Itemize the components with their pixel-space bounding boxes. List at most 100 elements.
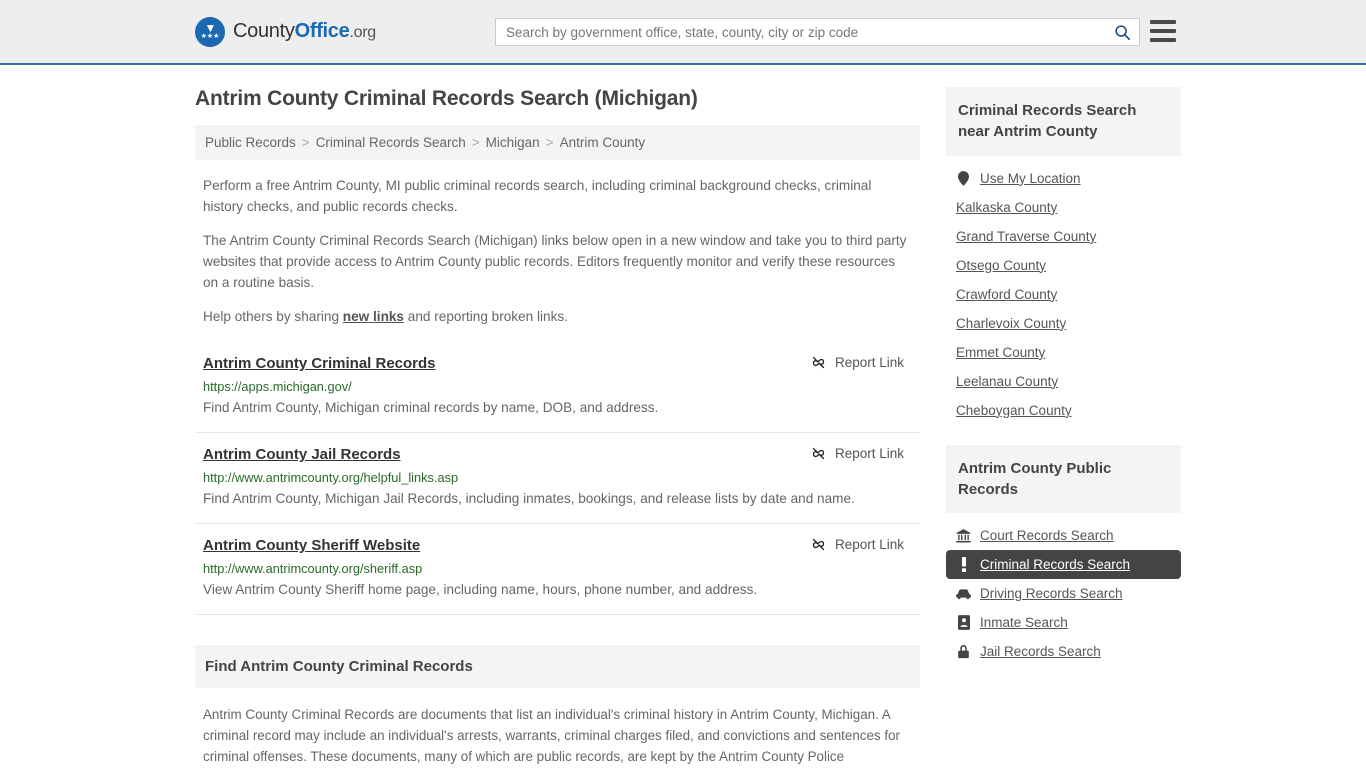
search-icon <box>1114 24 1130 40</box>
id-badge-icon <box>956 615 971 631</box>
intro-paragraph-3: Help others by sharing new links and rep… <box>203 307 912 328</box>
logo-text-office: Office <box>294 20 350 42</box>
broken-link-icon <box>812 356 825 369</box>
hamburger-bar <box>1150 29 1176 33</box>
broken-link-icon <box>812 538 825 551</box>
report-link-label: Report Link <box>834 354 904 370</box>
sidebar-item-grand-traverse-county[interactable]: Grand Traverse County <box>946 222 1181 251</box>
find-records-section: Find Antrim County Criminal Records Antr… <box>195 645 920 768</box>
car-shape <box>956 589 971 599</box>
sidebar-item-leelanau-county[interactable]: Leelanau County <box>946 367 1181 396</box>
breadcrumb-item-michigan[interactable]: Michigan <box>486 135 540 150</box>
exclamation-icon <box>956 557 971 573</box>
report-link-label: Report Link <box>834 537 904 553</box>
public-records-heading: Antrim County Public Records <box>946 444 1181 514</box>
site-header: ▼ ★★★ CountyOffice.org <box>0 0 1366 65</box>
sidebar-item-label: Court Records Search <box>980 528 1114 544</box>
sidebar-item-label: Otsego County <box>956 257 1047 273</box>
county-office-logo-icon: ▼ ★★★ <box>195 16 225 47</box>
breadcrumb-item-antrim-county[interactable]: Antrim County <box>560 135 646 150</box>
result-item: Antrim County Jail Records Report Link h… <box>195 433 920 525</box>
sidebar-item-driving-records-search[interactable]: Driving Records Search <box>946 579 1181 608</box>
sidebar-item-jail-records-search[interactable]: Jail Records Search <box>946 637 1181 666</box>
page-body: Antrim County Criminal Records Search (M… <box>0 65 1366 768</box>
result-url[interactable]: http://www.antrimcounty.org/helpful_link… <box>203 470 912 485</box>
stars-glyph: ★★★ <box>200 32 220 40</box>
nearby-counties-list: Use My Location Kalkaska County Grand Tr… <box>946 156 1181 425</box>
location-pin-shape <box>958 170 969 186</box>
car-icon <box>956 586 971 601</box>
result-header: Antrim County Jail Records Report Link <box>203 446 912 463</box>
public-records-panel: Antrim County Public Records Court Recor… <box>946 444 1181 667</box>
search-input[interactable] <box>496 19 1105 45</box>
result-description: Find Antrim County, Michigan criminal re… <box>203 399 659 415</box>
new-links-link[interactable]: new links <box>343 309 404 324</box>
sidebar-item-label: Charlevoix County <box>956 315 1067 331</box>
logo-text: CountyOffice.org <box>233 20 376 43</box>
sidebar-item-criminal-records-search[interactable]: Criminal Records Search <box>946 550 1181 580</box>
sidebar-item-emmet-county[interactable]: Emmet County <box>946 338 1181 367</box>
sidebar-item-court-records-search[interactable]: Court Records Search <box>946 521 1181 550</box>
nearby-counties-panel: Criminal Records Search near Antrim Coun… <box>946 87 1181 425</box>
result-description: View Antrim County Sheriff home page, in… <box>203 582 758 598</box>
breadcrumb-separator: > <box>545 135 554 150</box>
search-bar[interactable] <box>495 18 1140 46</box>
sidebar-item-label: Driving Records Search <box>980 586 1123 602</box>
find-records-body: Antrim County Criminal Records are docum… <box>195 688 920 768</box>
search-button[interactable] <box>1105 19 1139 45</box>
location-pin-icon <box>956 170 971 186</box>
sidebar-item-otsego-county[interactable]: Otsego County <box>946 251 1181 280</box>
logo-text-county: County <box>233 20 295 42</box>
broken-link-icon <box>812 447 825 460</box>
sidebar-item-charlevoix-county[interactable]: Charlevoix County <box>946 309 1181 338</box>
sidebar-item-kalkaska-county[interactable]: Kalkaska County <box>946 193 1181 222</box>
report-link-button[interactable]: Report Link <box>811 446 912 461</box>
intro-text: Perform a free Antrim County, MI public … <box>195 160 920 328</box>
result-url[interactable]: http://www.antrimcounty.org/sheriff.asp <box>203 561 912 576</box>
sidebar-item-crawford-county[interactable]: Crawford County <box>946 280 1181 309</box>
result-item: Antrim County Criminal Records Report Li… <box>195 342 920 433</box>
sidebar-item-label: Inmate Search <box>980 615 1068 631</box>
result-title-link[interactable]: Antrim County Criminal Records <box>203 355 436 372</box>
result-header: Antrim County Sheriff Website Report Lin… <box>203 537 912 554</box>
breadcrumb-separator: > <box>301 135 310 150</box>
sidebar-item-inmate-search[interactable]: Inmate Search <box>946 608 1181 637</box>
sidebar-item-label: Grand Traverse County <box>956 228 1097 244</box>
result-url[interactable]: https://apps.michigan.gov/ <box>203 379 912 394</box>
intro-paragraph-2: The Antrim County Criminal Records Searc… <box>203 233 907 290</box>
lock-icon <box>956 644 971 659</box>
exclamation-shape <box>961 557 966 573</box>
nearby-counties-heading: Criminal Records Search near Antrim Coun… <box>946 87 1181 156</box>
logo-text-org: .org <box>349 24 376 41</box>
public-records-list: Court Records Search Criminal Records Se… <box>946 513 1181 666</box>
breadcrumb-separator: > <box>471 135 480 150</box>
intro-p3-after: and reporting broken links. <box>404 309 568 325</box>
sidebar-item-label: Leelanau County <box>956 373 1059 389</box>
site-logo[interactable]: ▼ ★★★ CountyOffice.org <box>195 16 376 47</box>
result-list: Antrim County Criminal Records Report Li… <box>195 342 920 616</box>
result-title-link[interactable]: Antrim County Sheriff Website <box>203 537 420 554</box>
main-content: Antrim County Criminal Records Search (M… <box>195 87 920 768</box>
breadcrumb-item-public-records[interactable]: Public Records <box>205 135 296 150</box>
report-link-label: Report Link <box>834 446 904 461</box>
result-description: Find Antrim County, Michigan Jail Record… <box>203 491 855 506</box>
result-title-link[interactable]: Antrim County Jail Records <box>203 446 401 463</box>
find-records-heading: Find Antrim County Criminal Records <box>195 645 920 689</box>
sidebar-item-label: Emmet County <box>956 344 1046 360</box>
sidebar-item-label: Jail Records Search <box>980 644 1101 660</box>
report-link-button[interactable]: Report Link <box>811 537 912 552</box>
intro-paragraph-1: Perform a free Antrim County, MI public … <box>203 178 872 214</box>
breadcrumb-item-criminal-records-search[interactable]: Criminal Records Search <box>316 135 466 150</box>
page-title: Antrim County Criminal Records Search (M… <box>195 87 698 110</box>
intro-p3-before: Help others by sharing <box>203 309 343 325</box>
sidebar-item-cheboygan-county[interactable]: Cheboygan County <box>946 396 1181 425</box>
eagle-glyph: ▼ <box>204 20 217 35</box>
report-link-button[interactable]: Report Link <box>811 355 912 370</box>
sidebar-item-use-my-location[interactable]: Use My Location <box>946 164 1181 193</box>
sidebar-item-label: Use My Location <box>980 170 1081 186</box>
sidebar-item-label: Cheboygan County <box>956 402 1072 418</box>
courthouse-icon <box>956 528 971 543</box>
courthouse-shape <box>956 528 971 543</box>
hamburger-menu-icon[interactable] <box>1150 20 1176 42</box>
find-records-paragraph: Antrim County Criminal Records are docum… <box>203 707 900 765</box>
